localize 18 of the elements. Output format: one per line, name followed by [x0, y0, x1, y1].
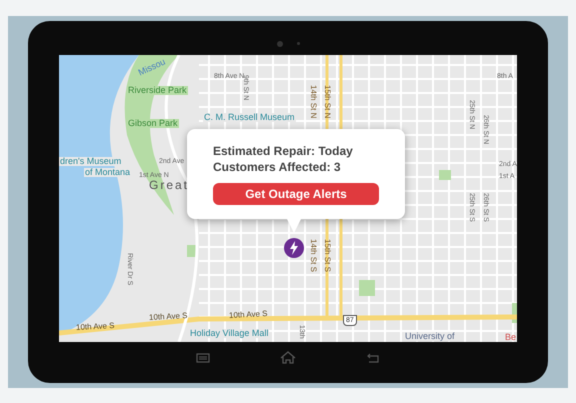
- lightning-marker-icon: [284, 238, 304, 258]
- place-label: Be: [505, 332, 516, 342]
- street-label: 10th Ave S: [148, 312, 188, 322]
- street-label: 15th St N: [323, 84, 331, 118]
- street-label: 15th St S: [323, 238, 331, 272]
- city-label: Great: [149, 178, 190, 190]
- repair-estimate: Estimated Repair: Today: [213, 142, 354, 158]
- customers-affected: Customers Affected: 3: [213, 158, 342, 174]
- home-icon[interactable]: [280, 351, 296, 364]
- outage-alerts-button[interactable]: Get Outage Alerts: [213, 182, 379, 204]
- sensor-icon: [296, 42, 300, 45]
- street-label: 10th Ave S: [228, 310, 268, 320]
- camera-icon: [276, 40, 282, 46]
- recent-apps-icon[interactable]: [196, 352, 210, 362]
- back-icon[interactable]: [366, 352, 380, 362]
- street-label: 10th Ave S: [76, 322, 115, 332]
- street-label: 14th St N: [309, 84, 317, 118]
- street-label: 14th St S: [309, 238, 317, 272]
